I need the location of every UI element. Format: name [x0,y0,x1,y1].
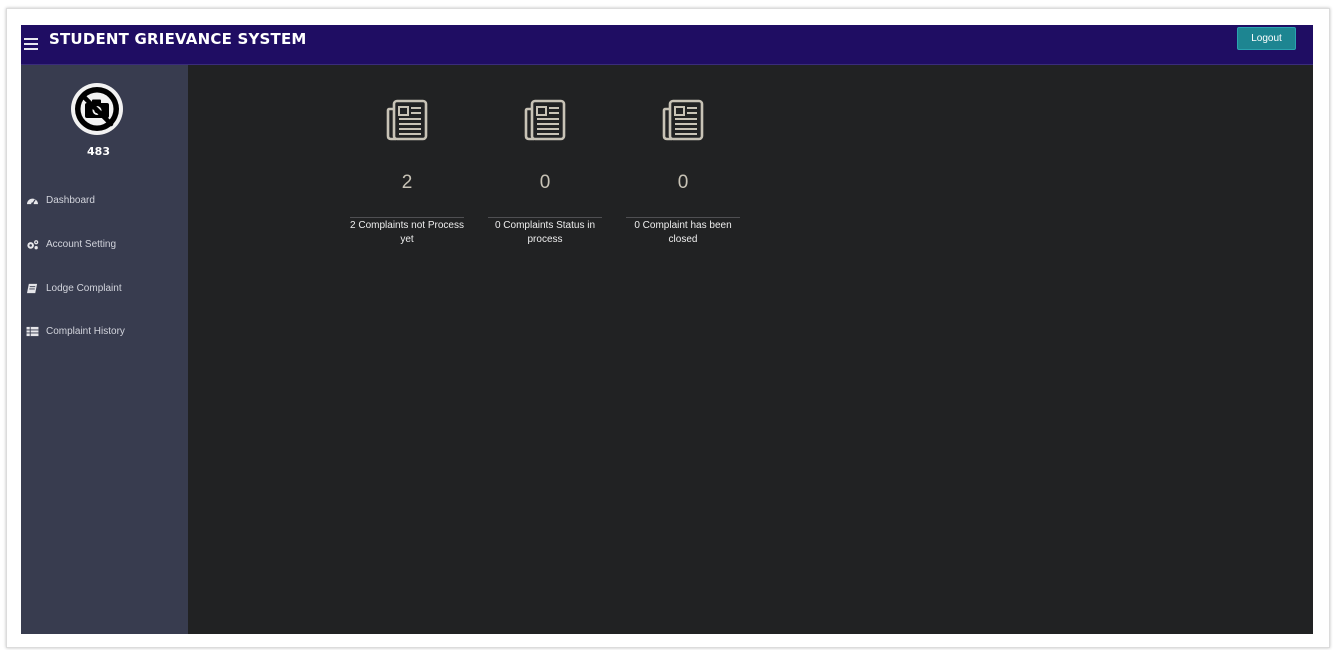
stat-divider [350,217,464,218]
stat-card-closed[interactable]: 0 0 Complaint has been closed [626,95,740,255]
hamburger-menu-icon[interactable] [24,33,40,55]
stat-label: 0 Complaints Status in process [494,220,596,245]
logout-button[interactable]: Logout [1237,27,1296,50]
sidebar-item-label: Lodge Complaint [46,282,122,294]
newspaper-icon [524,99,566,141]
stat-card-not-processed[interactable]: 2 2 Complaints not Process yet [350,95,464,255]
sidebar-item-account-setting[interactable]: Account Setting [26,235,116,253]
user-id-label: 483 [87,145,110,158]
no-photo-icon [71,83,123,135]
sidebar-item-label: Dashboard [46,194,95,206]
sidebar-item-label: Complaint History [46,325,125,337]
sidebar: 483 Dashboard Account Setting Lodge Comp… [21,65,188,634]
newspaper-icon [662,99,704,141]
sidebar-item-dashboard[interactable]: Dashboard [26,191,95,209]
stat-label: 2 Complaints not Process yet [350,220,464,245]
stat-card-in-process[interactable]: 0 0 Complaints Status in process [488,95,602,255]
sidebar-item-complaint-history[interactable]: Complaint History [26,322,125,340]
top-navbar: STUDENT GRIEVANCE SYSTEM Logout [21,25,1313,65]
stat-count: 0 [539,172,551,193]
sidebar-item-label: Account Setting [46,238,117,250]
dashboard-content: 2 2 Complaints not Process yet 0 0 Compl… [188,65,1313,634]
stat-count: 0 [677,172,689,193]
sidebar-item-lodge-complaint[interactable]: Lodge Complaint [26,279,122,297]
newspaper-icon [386,99,428,141]
list-table-icon [26,326,39,336]
app-window: STUDENT GRIEVANCE SYSTEM Logout 483 Dash… [21,25,1313,634]
stat-divider [626,217,740,218]
stat-label: 0 Complaint has been closed [634,220,732,245]
cogs-icon [27,239,39,249]
dashboard-gauge-icon [27,198,38,205]
stat-count: 2 [401,172,413,193]
app-title: STUDENT GRIEVANCE SYSTEM [49,30,307,48]
stat-divider [488,217,602,218]
book-icon [27,283,38,293]
